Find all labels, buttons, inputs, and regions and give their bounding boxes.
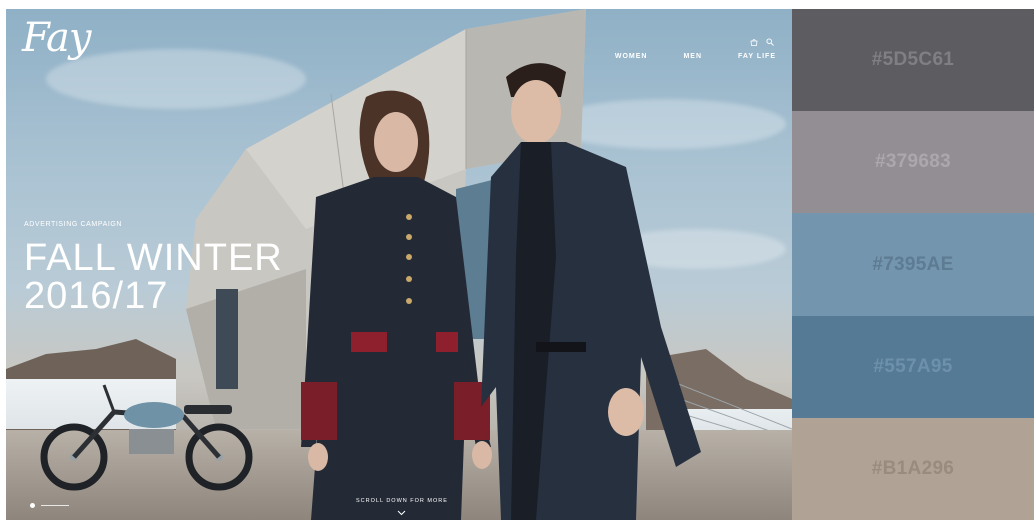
swatch-1-label: #5D5C61 — [871, 49, 955, 71]
main-nav: WOMEN MEN FAY LIFE — [615, 53, 776, 60]
bag-icon[interactable] — [750, 33, 758, 46]
swatch-5-label: #B1A296 — [871, 457, 955, 479]
search-icon[interactable] — [766, 33, 774, 46]
man-model-image — [481, 63, 701, 520]
swatch-4-label: #557A95 — [873, 355, 953, 377]
nav-item-women[interactable]: WOMEN — [615, 53, 648, 60]
headline-line-1: FALL WINTER — [24, 237, 283, 279]
utility-icons — [750, 33, 774, 46]
woman-model-image — [301, 90, 492, 520]
scroll-down-prompt[interactable]: SCROLL DOWN FOR MORE — [356, 498, 448, 504]
slider-dot-active[interactable] — [30, 503, 35, 508]
fay-logo[interactable]: Fay — [22, 15, 91, 61]
slider-pagination — [30, 503, 69, 508]
swatch-1: #5D5C61 — [792, 9, 1034, 112]
swatch-4: #557A95 — [792, 315, 1034, 418]
nav-item-fay-life[interactable]: FAY LIFE — [738, 53, 776, 60]
swatch-2: #379683 — [792, 111, 1034, 214]
hero-banner: Fay WOMEN MEN FAY LIFE ADVERTISING CAMPA… — [6, 9, 792, 520]
headline-line-2: 2016/17 — [24, 275, 169, 317]
slider-progress-line — [41, 505, 69, 506]
swatch-5: #B1A296 — [792, 417, 1034, 521]
campaign-kicker: ADVERTISING CAMPAIGN — [24, 221, 123, 228]
motorcycle-image — [40, 384, 253, 491]
chevron-down-icon[interactable] — [397, 508, 406, 517]
swatch-3-label: #7395AE — [872, 253, 954, 275]
swatch-3: #7395AE — [792, 213, 1034, 316]
swatch-2-label: #379683 — [874, 151, 952, 173]
nav-item-men[interactable]: MEN — [683, 53, 702, 60]
color-palette: #5D5C61 #379683 #7395AE #557A95 #B1A296 — [792, 9, 1034, 521]
campaign-headline: FALL WINTER 2016/17 — [24, 239, 283, 315]
